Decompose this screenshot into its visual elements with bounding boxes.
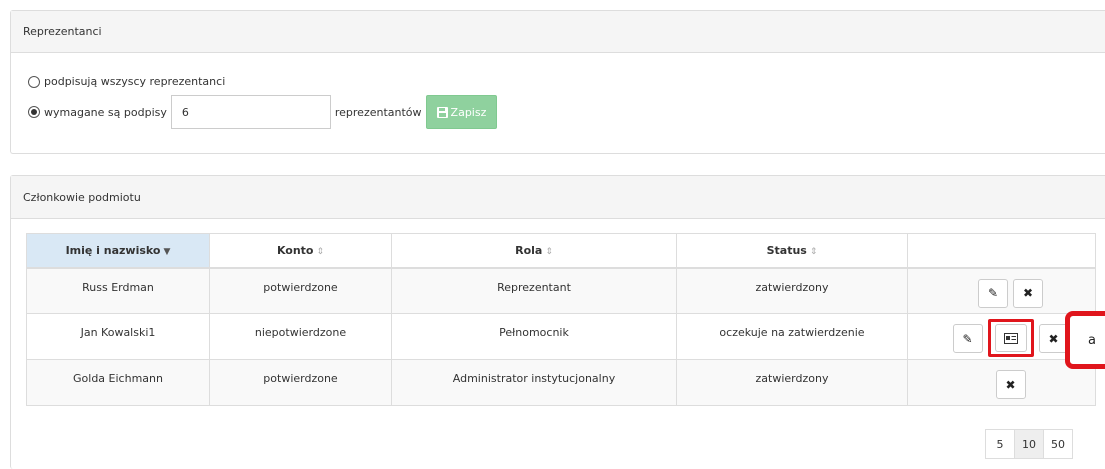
- radio-unchecked-icon[interactable]: [28, 75, 40, 88]
- delete-button[interactable]: ✖: [1013, 278, 1043, 308]
- radio-checked-icon[interactable]: [28, 106, 40, 118]
- sort-icon: ⇕: [545, 246, 553, 257]
- required-signatures-input[interactable]: 6: [170, 95, 331, 129]
- save-button[interactable]: Zapisz: [425, 95, 498, 129]
- cell-account: niepotwierdzone: [209, 313, 392, 360]
- column-header-actions: [907, 233, 1096, 269]
- sort-icon: ⇕: [809, 246, 818, 257]
- details-button[interactable]: [987, 319, 1034, 357]
- column-header-name[interactable]: Imię i nazwisko ▼: [26, 233, 210, 269]
- cell-role: Pełnomocnik: [391, 313, 677, 360]
- close-icon: ✖: [1022, 286, 1034, 300]
- close-icon: ✖: [1005, 377, 1016, 392]
- cell-status: oczekuje na zatwierdzenie: [676, 313, 908, 360]
- delete-button[interactable]: ✖: [995, 370, 1026, 399]
- radio-all-sign-label: podpisują wszyscy reprezentanci: [44, 75, 226, 88]
- cell-status: zatwierdzony: [676, 267, 908, 314]
- members-table: Imię i nazwisko ▼ Konto ⇕ Rola ⇕ Status ⇕ Ru…: [26, 233, 1096, 406]
- table-row: Russ Erdman potwierdzone Reprezentant za…: [26, 267, 1096, 314]
- column-header-status[interactable]: Status ⇕: [676, 233, 908, 269]
- cell-name: Golda Eichmann: [26, 359, 210, 406]
- annotation-callout: a: [1065, 311, 1105, 369]
- edit-button[interactable]: ✎: [952, 324, 983, 353]
- cell-role: Administrator instytucjonalny: [391, 359, 677, 406]
- edit-button[interactable]: ✎: [978, 278, 1008, 308]
- column-header-role[interactable]: Rola ⇕: [391, 233, 677, 269]
- representatives-panel-title: Reprezentanci: [11, 11, 1105, 53]
- sort-icon: ⇕: [316, 246, 325, 257]
- floppy-disk-icon: [436, 106, 448, 118]
- id-card-icon: [1003, 332, 1018, 344]
- save-button-label: Zapisz: [450, 105, 487, 119]
- page-size-selector: 5 10 50: [985, 429, 1073, 459]
- cell-account: potwierdzone: [209, 359, 392, 406]
- radio-required-sign-label: wymagane są podpisy: [44, 105, 167, 119]
- representatives-suffix-label: reprezentantów: [334, 105, 422, 119]
- table-row: Golda Eichmann potwierdzone Administrato…: [26, 359, 1096, 406]
- cell-status: zatwierdzony: [676, 359, 908, 406]
- annotation-callout-label: a: [1088, 332, 1096, 348]
- members-panel: Członkowie podmiotu Imię i nazwisko ▼ Kon…: [10, 175, 1105, 469]
- page-size-10[interactable]: 10: [1014, 429, 1044, 459]
- page-size-50[interactable]: 50: [1043, 429, 1073, 459]
- column-header-account[interactable]: Konto ⇕: [209, 233, 392, 269]
- sort-desc-icon: ▼: [163, 246, 171, 257]
- members-panel-title: Członkowie podmiotu: [11, 176, 1105, 219]
- cell-actions: ✎ ✖: [907, 267, 1096, 314]
- close-icon: ✖: [1048, 331, 1059, 346]
- pencil-icon: ✎: [962, 331, 973, 346]
- cell-role: Reprezentant: [391, 267, 677, 314]
- delete-button[interactable]: ✖: [1038, 324, 1069, 353]
- cell-name: Jan Kowalski1: [26, 313, 210, 360]
- table-header-row: Imię i nazwisko ▼ Konto ⇕ Rola ⇕ Status ⇕: [26, 233, 1096, 269]
- cell-name: Russ Erdman: [26, 267, 210, 314]
- pencil-icon: ✎: [987, 286, 999, 300]
- page-size-5[interactable]: 5: [985, 429, 1015, 459]
- cell-account: potwierdzone: [209, 267, 392, 314]
- radio-required-sign[interactable]: wymagane są podpisy 6 reprezentantów Zap…: [28, 95, 498, 129]
- radio-all-sign[interactable]: podpisują wszyscy reprezentanci: [28, 75, 225, 88]
- table-row: Jan Kowalski1 niepotwierdzone Pełnomocni…: [26, 313, 1096, 360]
